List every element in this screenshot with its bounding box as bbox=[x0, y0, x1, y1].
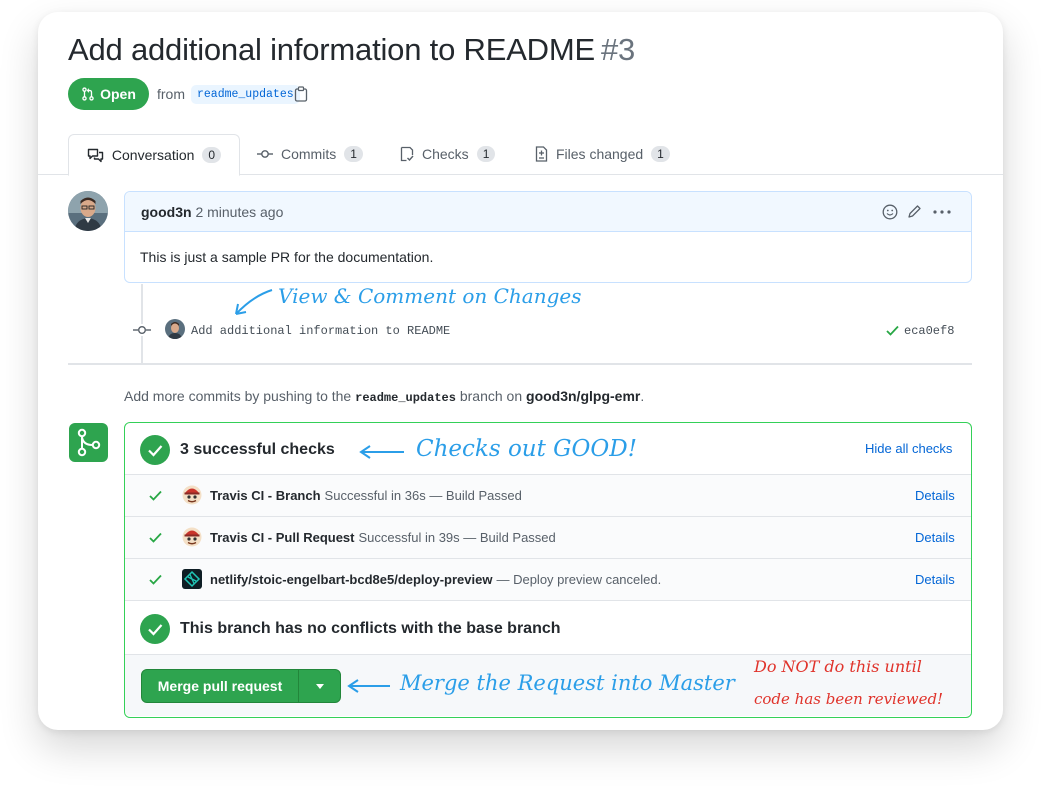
divider bbox=[68, 363, 972, 365]
travis-ci-icon bbox=[182, 527, 202, 547]
check-row: netlify/stoic-engelbart-bcd8e5/deploy-pr… bbox=[125, 559, 971, 601]
tab-label: Checks bbox=[422, 146, 469, 162]
pr-title: Add additional information to README bbox=[68, 32, 595, 67]
git-commit-icon bbox=[133, 324, 151, 336]
commit-message-link[interactable]: Add additional information to README bbox=[191, 324, 450, 338]
commit-sha-link[interactable]: eca0ef8 bbox=[904, 324, 954, 338]
check-row: Travis CI - Branch Successful in 36s — Bu… bbox=[125, 475, 971, 517]
tab-counter: 1 bbox=[476, 146, 496, 162]
merge-status-icon-box bbox=[69, 423, 108, 462]
annotation-merge-note: Merge the Request into Master bbox=[400, 671, 735, 695]
travis-ci-icon bbox=[182, 485, 202, 505]
checks-summary: 3 successful checks bbox=[180, 441, 335, 458]
status-label: Open bbox=[100, 86, 136, 102]
comment-author[interactable]: good3n bbox=[141, 204, 192, 220]
comment-box: good3n 2 minutes ago This is just a samp… bbox=[124, 191, 972, 283]
check-label: Travis CI - Pull Request Successful in 39… bbox=[210, 530, 556, 545]
annotation-checks-good: Checks out GOOD! bbox=[416, 436, 637, 462]
check-icon bbox=[149, 532, 162, 543]
check-row: Travis CI - Pull Request Successful in 39… bbox=[125, 517, 971, 559]
triangle-down-icon bbox=[315, 683, 324, 689]
netlify-icon bbox=[182, 569, 202, 589]
check-label: netlify/stoic-engelbart-bcd8e5/deploy-pr… bbox=[210, 572, 661, 587]
git-merge-icon bbox=[77, 428, 101, 457]
status-badge: Open bbox=[68, 78, 149, 110]
pr-number: #3 bbox=[600, 32, 636, 67]
comment-header: good3n 2 minutes ago bbox=[125, 192, 971, 232]
pr-tabs: Conversation 0 Commits 1 Checks 1 Files … bbox=[38, 134, 1003, 176]
clipboard-icon[interactable] bbox=[294, 86, 308, 102]
conflicts-row: This branch has no conflicts with the ba… bbox=[125, 601, 971, 655]
comment-timestamp[interactable]: 2 minutes ago bbox=[195, 204, 283, 220]
merge-pull-request-button[interactable]: Merge pull request bbox=[142, 670, 298, 702]
avatar[interactable] bbox=[165, 319, 185, 339]
tab-label: Commits bbox=[281, 146, 337, 162]
kebab-icon[interactable] bbox=[933, 210, 951, 214]
page-title: Add additional information to README #3 bbox=[68, 32, 635, 68]
tab-counter: 1 bbox=[651, 146, 670, 162]
file-diff-icon bbox=[535, 146, 548, 162]
check-label: Travis CI - Branch Successful in 36s — Bu… bbox=[210, 488, 522, 503]
annotation-warning-line1: Do NOT do this until bbox=[754, 657, 922, 676]
annotation-arrow bbox=[347, 679, 390, 693]
merge-method-dropdown[interactable] bbox=[299, 670, 340, 702]
merge-button-group: Merge pull request bbox=[141, 669, 341, 703]
tab-checks[interactable]: Checks 1 bbox=[400, 134, 496, 174]
check-description: Successful in 36s — Build Passed bbox=[324, 488, 522, 503]
pull-request-card: Add additional information to README #3 O… bbox=[38, 12, 1003, 730]
push-note-branch: readme_updates bbox=[355, 391, 456, 405]
check-description: Successful in 39s — Build Passed bbox=[358, 530, 556, 545]
pencil-icon[interactable] bbox=[907, 204, 922, 219]
check-icon bbox=[149, 574, 162, 585]
comment-discussion-icon bbox=[87, 148, 104, 162]
tab-counter: 1 bbox=[344, 146, 363, 162]
comment-body: This is just a sample PR for the documen… bbox=[140, 249, 434, 265]
checklist-icon bbox=[400, 146, 414, 162]
conflicts-status: This branch has no conflicts with the ba… bbox=[180, 620, 561, 637]
check-name: netlify/stoic-engelbart-bcd8e5/deploy-pr… bbox=[210, 572, 493, 587]
push-note: Add more commits by pushing to the readm… bbox=[124, 388, 644, 405]
from-label: from bbox=[157, 86, 185, 102]
tab-label: Files changed bbox=[556, 146, 644, 162]
annotation-arrow bbox=[235, 289, 273, 315]
avatar[interactable] bbox=[68, 191, 108, 231]
hide-checks-link[interactable]: Hide all checks bbox=[865, 441, 952, 456]
tab-commits[interactable]: Commits 1 bbox=[257, 134, 363, 174]
tab-counter: 0 bbox=[202, 147, 222, 163]
git-commit-icon bbox=[257, 150, 273, 158]
check-icon bbox=[148, 624, 163, 636]
tab-label: Conversation bbox=[111, 147, 195, 163]
push-note-middle: branch on bbox=[459, 388, 523, 404]
push-note-prefix: Add more commits by pushing to the bbox=[124, 388, 352, 404]
check-icon bbox=[148, 445, 163, 457]
head-branch-link[interactable]: readme_updates bbox=[191, 85, 300, 104]
smiley-icon[interactable] bbox=[882, 204, 898, 220]
success-circle bbox=[140, 435, 170, 465]
check-description: — Deploy preview canceled. bbox=[496, 572, 662, 587]
annotation-warning-line2: code has been reviewed! bbox=[754, 690, 944, 708]
check-icon bbox=[886, 325, 899, 336]
check-name: Travis CI - Branch bbox=[210, 488, 321, 503]
push-note-suffix: . bbox=[640, 388, 645, 404]
success-circle bbox=[140, 614, 170, 644]
check-details-link[interactable]: Details bbox=[915, 572, 955, 587]
git-pull-request-icon bbox=[82, 87, 94, 101]
check-icon bbox=[149, 490, 162, 501]
check-details-link[interactable]: Details bbox=[915, 530, 955, 545]
annotation-arrow bbox=[359, 445, 404, 459]
check-details-link[interactable]: Details bbox=[915, 488, 955, 503]
push-note-repo[interactable]: good3n/glpg-emr bbox=[526, 388, 640, 404]
tab-files-changed[interactable]: Files changed 1 bbox=[535, 134, 670, 174]
check-name: Travis CI - Pull Request bbox=[210, 530, 355, 545]
tab-conversation[interactable]: Conversation 0 bbox=[68, 134, 240, 176]
comment-meta: good3n 2 minutes ago bbox=[141, 204, 283, 220]
annotation-view-comment: View & Comment on Changes bbox=[278, 284, 582, 308]
